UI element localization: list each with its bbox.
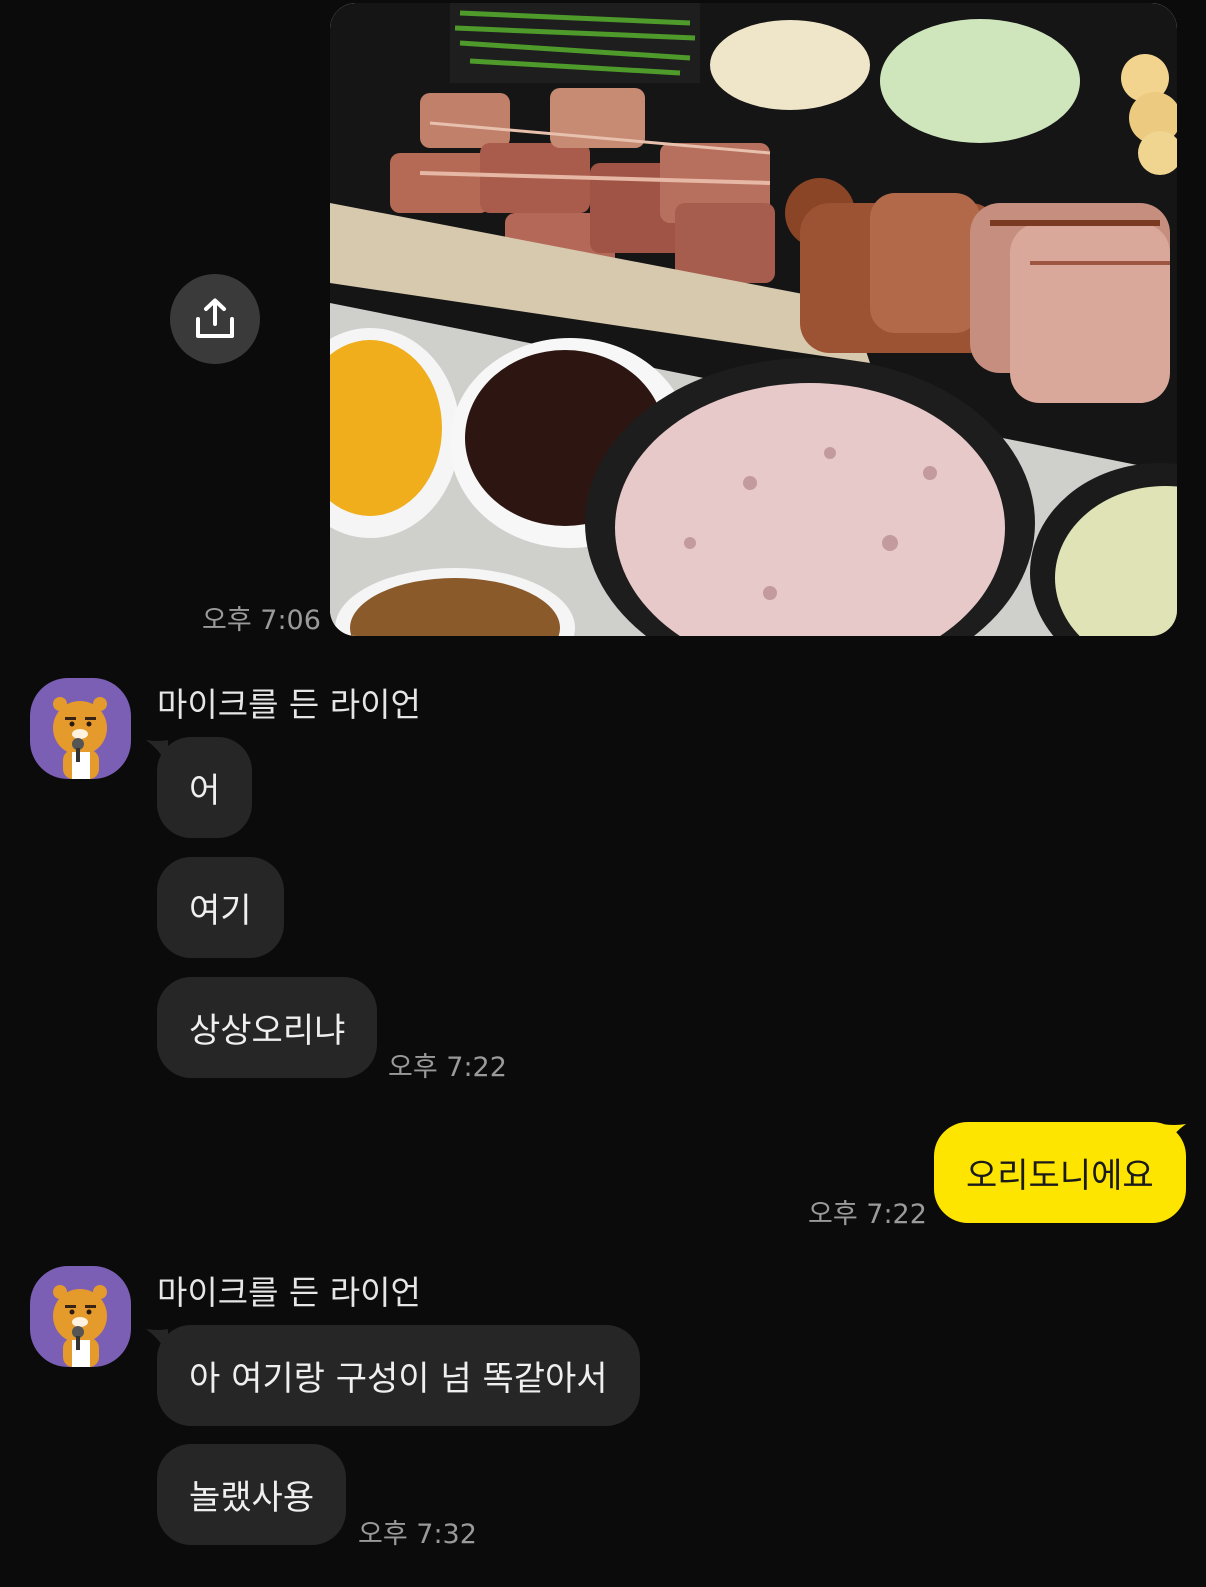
photo-timestamp: 오후 7:06 (202, 605, 321, 636)
message-bubble[interactable]: 여기 (157, 857, 284, 958)
message-bubble[interactable]: 아 여기랑 구성이 넘 똑같아서 (157, 1325, 640, 1426)
food-photo-illustration (330, 3, 1177, 636)
avatar[interactable] (30, 1266, 131, 1367)
share-button[interactable] (170, 274, 260, 364)
message-bubble[interactable]: 놀랬사용 (157, 1444, 347, 1545)
ryan-with-microphone-avatar (53, 1285, 107, 1367)
bubble-tail (1162, 1124, 1186, 1150)
message-bubble[interactable]: 어 (157, 737, 253, 838)
sender-name: 마이크를 든 라이언 (157, 1273, 421, 1312)
ryan-with-microphone-avatar (53, 697, 107, 779)
share-upload-icon (196, 298, 234, 338)
message-timestamp: 오후 7:32 (358, 1519, 477, 1550)
my-message-bubble[interactable]: 오리도니에요 (934, 1122, 1186, 1223)
avatar[interactable] (30, 678, 131, 779)
sender-name: 마이크를 든 라이언 (157, 685, 421, 724)
shared-food-photo[interactable] (330, 3, 1177, 636)
message-timestamp: 오후 7:22 (808, 1199, 927, 1230)
message-bubble[interactable]: 상상오리냐 (157, 977, 378, 1078)
message-timestamp: 오후 7:22 (388, 1052, 507, 1083)
